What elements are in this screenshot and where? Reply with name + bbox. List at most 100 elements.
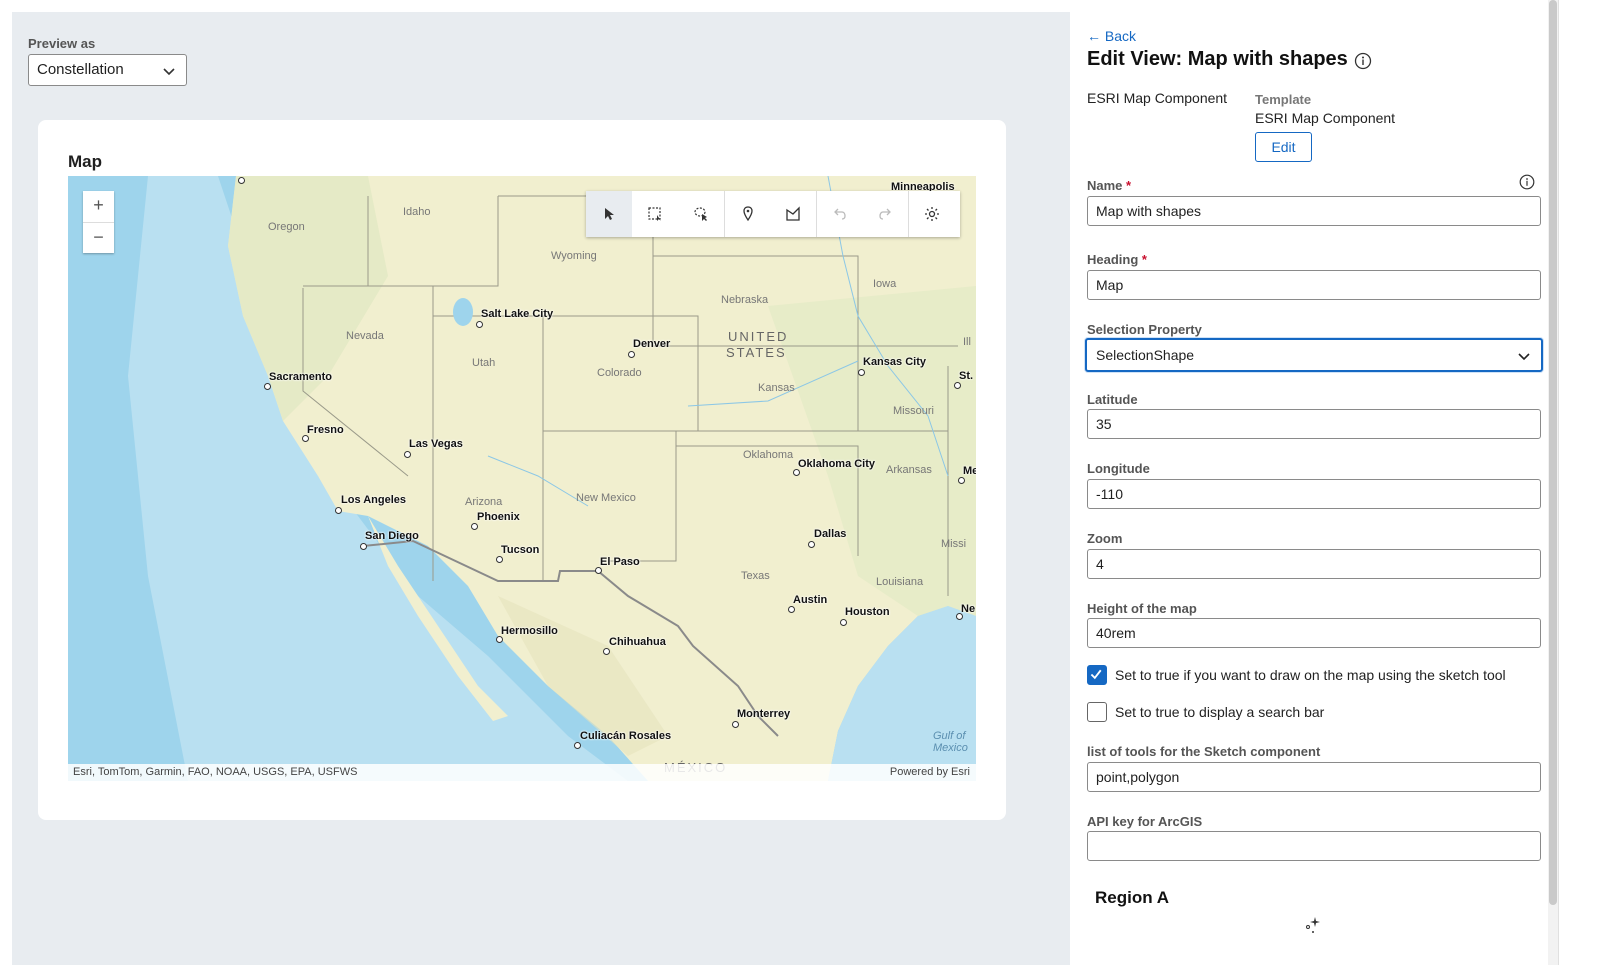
city-marker: [264, 383, 271, 390]
city-marker: [954, 382, 961, 389]
city-marker: [574, 742, 581, 749]
sketch-tools-input[interactable]: point,polygon: [1087, 762, 1541, 792]
city-label: Sacramento: [269, 371, 332, 383]
city-marker: [595, 567, 602, 574]
city-marker: [808, 541, 815, 548]
region-heading: Region A: [1095, 888, 1169, 907]
chevron-down-icon: [163, 68, 175, 76]
zoom-input[interactable]: 4: [1087, 549, 1541, 579]
city-label: Tucson: [501, 544, 540, 556]
city-marker: [788, 606, 795, 613]
city-marker: [302, 435, 309, 442]
name-input[interactable]: Map with shapes: [1087, 196, 1541, 226]
city-label: Kansas City: [863, 356, 926, 368]
city-marker: [793, 469, 800, 476]
esri-map[interactable]: Oregon Idaho Wyoming Nebraska Iowa Nevad…: [68, 176, 976, 781]
zoom-control: + −: [83, 191, 114, 253]
city-label: Austin: [793, 594, 828, 606]
point-pin-icon[interactable]: [724, 191, 770, 237]
map-state-label: Nevada: [346, 330, 384, 342]
map-water-label: Gulf of Mexico: [933, 730, 968, 754]
latitude-label: Latitude: [1087, 392, 1138, 407]
city-marker: [335, 507, 342, 514]
city-label: San Diego: [365, 530, 419, 542]
map-state-label: New Mexico: [576, 492, 636, 504]
back-link[interactable]: ← Back: [1087, 28, 1136, 44]
zoom-in-button[interactable]: +: [83, 191, 114, 222]
city-label: Phoenix: [477, 511, 520, 523]
map-state-label: Oklahoma: [743, 449, 794, 461]
api-key-input[interactable]: [1087, 831, 1541, 861]
city-marker: [476, 321, 483, 328]
page-title: Edit View: Map with shapes: [1087, 48, 1348, 70]
selection-property-select[interactable]: SelectionShape: [1085, 338, 1543, 372]
map-attribution: Esri, TomTom, Garmin, FAO, NOAA, USGS, E…: [68, 764, 976, 781]
city-marker: [628, 351, 635, 358]
city-marker: [958, 477, 965, 484]
map-country-label: STATES: [726, 345, 787, 360]
map-card-title: Map: [68, 152, 102, 171]
info-icon[interactable]: [1519, 174, 1535, 190]
map-state-label: Wyoming: [551, 250, 597, 262]
chevron-down-icon: [1518, 353, 1530, 361]
settings-gear-icon[interactable]: [908, 191, 954, 237]
preview-as-select[interactable]: Constellation: [28, 54, 187, 86]
map-state-label: Iowa: [873, 278, 897, 290]
api-key-label: API key for ArcGIS: [1087, 814, 1203, 829]
selection-property-label: Selection Property: [1087, 322, 1202, 337]
redo-icon[interactable]: [862, 191, 908, 237]
rectangle-select-icon[interactable]: [632, 191, 678, 237]
map-state-label: Nebraska: [721, 294, 769, 306]
powered-by-esri-link[interactable]: Powered by Esri: [890, 766, 970, 778]
sparkle-icon: [1306, 917, 1320, 933]
map-state-label: Utah: [472, 357, 496, 369]
select-pointer-icon[interactable]: [586, 191, 632, 237]
heading-input[interactable]: Map: [1087, 270, 1541, 300]
city-marker: [404, 451, 411, 458]
city-label: Hermosillo: [501, 625, 558, 637]
city-label: Denver: [633, 338, 671, 350]
preview-as-value: Constellation: [37, 61, 124, 78]
longitude-input[interactable]: -110: [1087, 479, 1541, 509]
longitude-label: Longitude: [1087, 461, 1150, 476]
city-marker: [496, 556, 503, 563]
city-marker: [840, 619, 847, 626]
template-image-broken: ESRI Map Component: [1087, 90, 1228, 106]
city-marker: [732, 721, 739, 728]
map-state-label: Kansas: [758, 382, 795, 394]
map-state-label: Arizona: [465, 496, 503, 508]
map-card: Map Oregon Idaho Wyoming Nebraska Iowa N…: [38, 120, 1006, 820]
city-marker: [238, 177, 245, 184]
heading-label: Heading *: [1087, 252, 1147, 267]
search-bar-checkbox[interactable]: [1087, 702, 1107, 722]
latitude-input[interactable]: 35: [1087, 409, 1541, 439]
undo-icon[interactable]: [816, 191, 862, 237]
map-state-label: Missouri: [893, 405, 934, 417]
side-rail: [1558, 0, 1618, 965]
sketch-toolbar: [586, 191, 960, 237]
map-country-label: UNITED: [728, 329, 789, 344]
map-basemap: [68, 176, 976, 781]
city-label: Las Vegas: [409, 438, 463, 450]
edit-template-button[interactable]: Edit: [1255, 132, 1312, 162]
city-label: Culiacán Rosales: [580, 730, 672, 742]
checkmark-icon: [1090, 669, 1102, 680]
selection-property-value: SelectionShape: [1096, 347, 1195, 363]
city-label: Monterrey: [737, 708, 791, 720]
map-height-input[interactable]: 40rem: [1087, 618, 1541, 648]
info-icon[interactable]: [1354, 52, 1372, 70]
city-label: Oklahoma City: [798, 458, 876, 470]
preview-as-label: Preview as: [28, 36, 96, 51]
panel-scrollbar-thumb[interactable]: [1549, 0, 1557, 905]
city-label: Salt Lake City: [481, 308, 554, 320]
polygon-icon[interactable]: [770, 191, 816, 237]
arrow-left-icon: ←: [1087, 28, 1101, 44]
lasso-select-icon[interactable]: [678, 191, 724, 237]
map-state-label: Oregon: [268, 221, 305, 233]
attribution-text: Esri, TomTom, Garmin, FAO, NOAA, USGS, E…: [73, 766, 358, 778]
sketch-tool-checkbox[interactable]: [1087, 665, 1107, 685]
map-state-label: Idaho: [403, 206, 431, 218]
zoom-out-button[interactable]: −: [83, 222, 114, 253]
template-label: Template: [1255, 92, 1312, 107]
preview-canvas: Preview as Constellation Map Oregon Idah…: [12, 12, 1070, 965]
